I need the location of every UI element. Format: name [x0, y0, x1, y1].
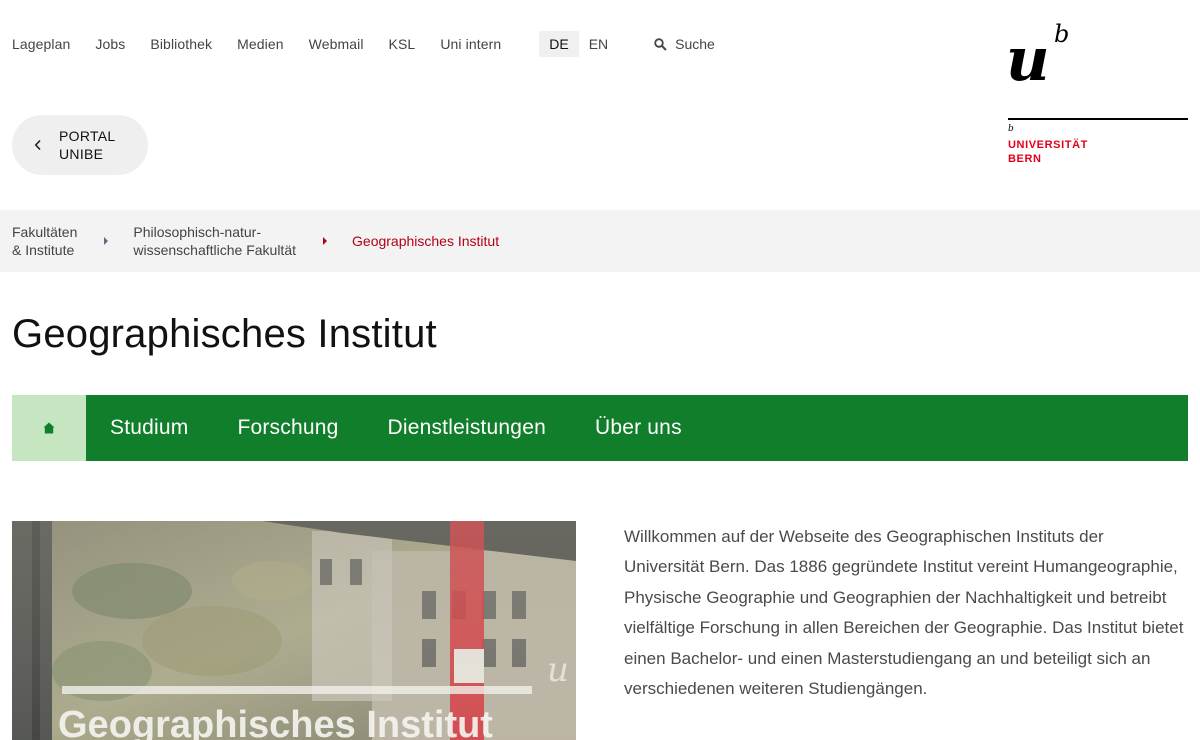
top-link-medien[interactable]: Medien	[237, 36, 284, 52]
hero-photo: Geographisches Institut u	[12, 521, 576, 740]
portal-label-line1: PORTAL	[59, 128, 116, 144]
language-switcher: DE EN	[539, 31, 618, 57]
top-link-bibliothek[interactable]: Bibliothek	[150, 36, 212, 52]
breadcrumb-item-faculties-line1: Fakultäten	[12, 224, 78, 240]
top-link-jobs[interactable]: Jobs	[95, 36, 125, 52]
breadcrumb: Fakultäten & Institute Philosophisch-nat…	[0, 210, 1200, 272]
top-link-ksl[interactable]: KSL	[389, 36, 416, 52]
breadcrumb-item-phil-nat-line2: wissenschaftliche Fakultät	[133, 242, 297, 258]
breadcrumb-item-faculties[interactable]: Fakultäten & Institute	[12, 223, 77, 259]
language-en[interactable]: EN	[579, 31, 618, 57]
top-link-lageplan[interactable]: Lageplan	[12, 36, 70, 52]
logo-small-b: b	[1008, 124, 1014, 134]
chevron-right-icon	[103, 236, 109, 246]
breadcrumb-item-phil-nat-line1: Philosophisch-natur-	[133, 224, 261, 240]
breadcrumb-item-phil-nat[interactable]: Philosophisch-natur- wissenschaftliche F…	[133, 223, 296, 259]
nav-item-ueber-uns[interactable]: Über uns	[595, 416, 682, 440]
search-icon	[654, 37, 667, 51]
logo-mark-b: b	[1054, 20, 1070, 48]
top-link-webmail[interactable]: Webmail	[309, 36, 364, 52]
breadcrumb-current: Geographisches Institut	[352, 233, 500, 249]
portal-unibe-button[interactable]: PORTAL UNIBE	[12, 115, 148, 175]
intro-paragraph: Willkommen auf der Webseite des Geograph…	[624, 527, 1184, 699]
page-title: Geographisches Institut	[12, 312, 437, 356]
main-nav: Studium Forschung Dienstleistungen Über …	[12, 395, 1188, 461]
chevron-left-icon	[34, 139, 42, 151]
home-icon	[43, 422, 55, 434]
search-button[interactable]: Suche	[654, 36, 715, 52]
logo-wordmark: UNIVERSITÄT BERN	[1008, 138, 1088, 166]
logo-mark-u: u	[1006, 25, 1050, 95]
language-de[interactable]: DE	[539, 31, 579, 57]
hero-sign-logo: u	[547, 650, 569, 690]
search-label: Suche	[675, 36, 715, 52]
portal-label: PORTAL UNIBE	[59, 127, 116, 163]
chevron-right-icon	[322, 236, 328, 246]
hero-image: Geographisches Institut u	[12, 521, 576, 740]
hero-sign-text: Geographisches Institut	[58, 704, 493, 740]
top-utility-nav: Lageplan Jobs Bibliothek Medien Webmail …	[12, 30, 715, 58]
nav-item-forschung[interactable]: Forschung	[237, 416, 338, 440]
portal-label-line2: UNIBE	[59, 146, 104, 162]
logo-line-bern: BERN	[1008, 153, 1042, 165]
logo-rule	[1008, 118, 1188, 120]
home-button[interactable]	[12, 395, 86, 461]
breadcrumb-item-faculties-line2: & Institute	[12, 242, 75, 258]
nav-item-studium[interactable]: Studium	[110, 416, 188, 440]
university-logo[interactable]: u b b UNIVERSITÄT BERN	[1006, 20, 1188, 165]
nav-item-dienstleistungen[interactable]: Dienstleistungen	[387, 416, 545, 440]
top-link-uni-intern[interactable]: Uni intern	[440, 36, 501, 52]
logo-mark: u b	[1006, 20, 1188, 95]
logo-line-universitaet: UNIVERSITÄT	[1008, 139, 1088, 151]
